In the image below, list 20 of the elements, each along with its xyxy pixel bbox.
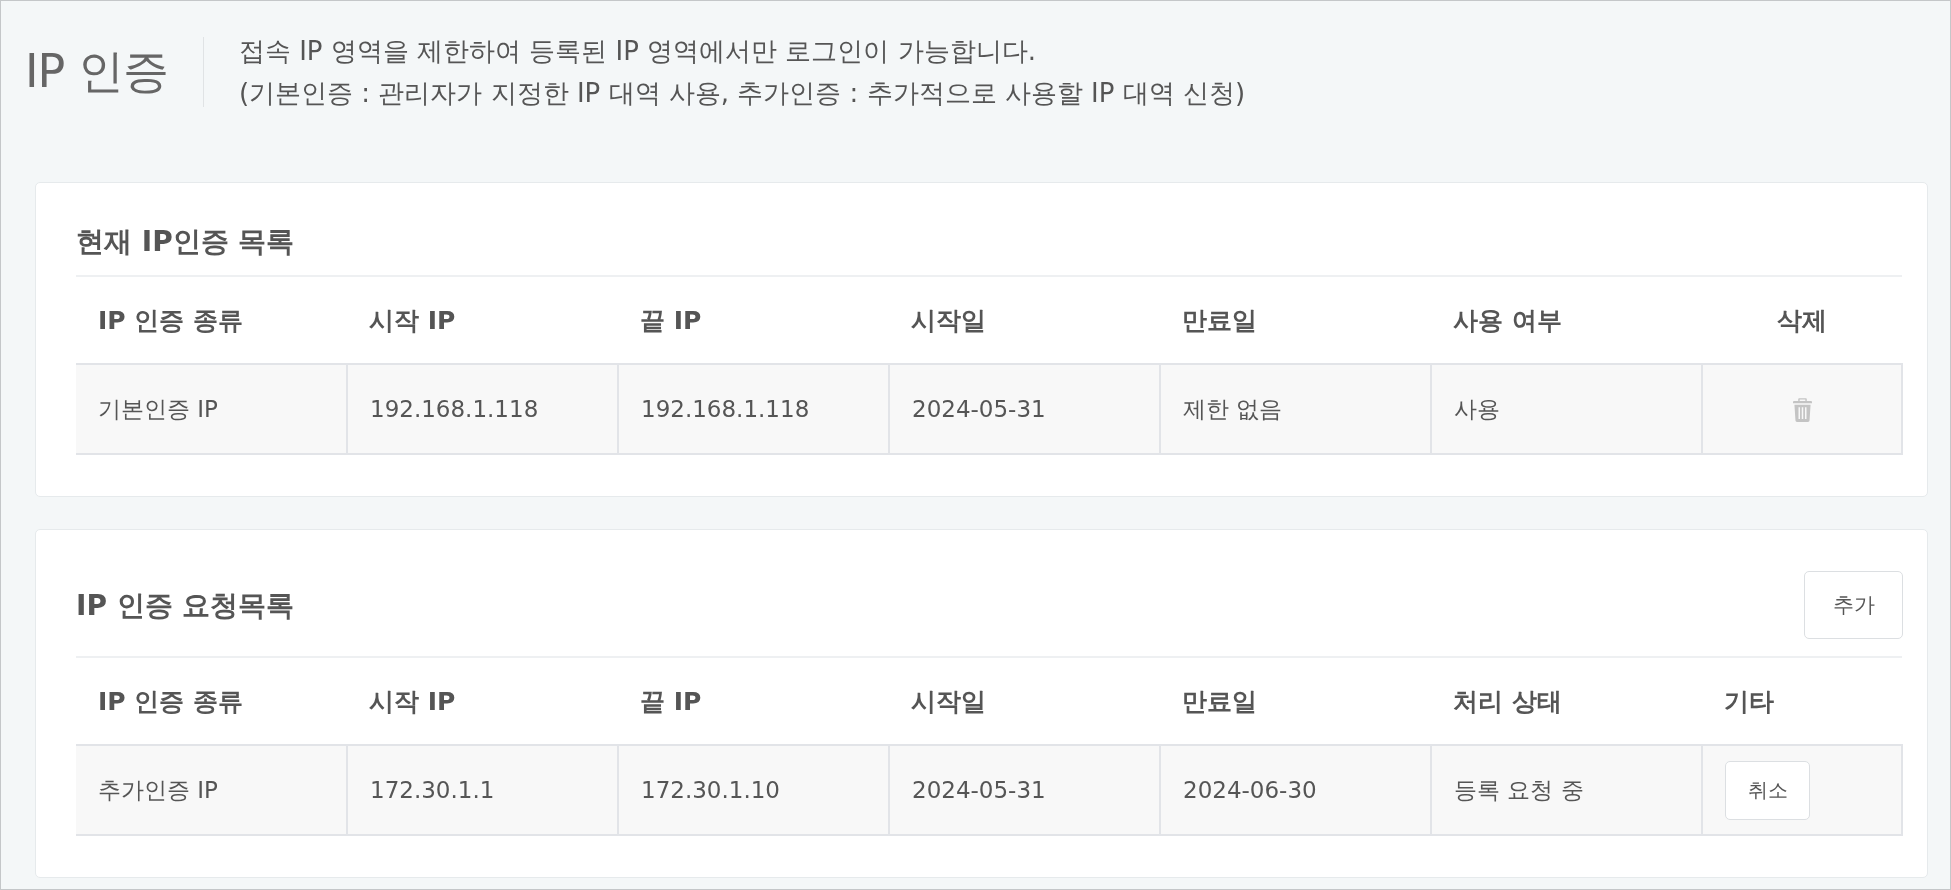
- table-cell: 기본인증 IP: [76, 364, 347, 454]
- table-cell: 등록 요청 중: [1431, 745, 1702, 835]
- add-button[interactable]: 추가: [1804, 571, 1903, 639]
- table-cell: 2024-05-31: [889, 745, 1160, 835]
- table-cell: 2024-06-30: [1160, 745, 1431, 835]
- description-text: 접속 IP 영역을 제한하여 등록된 IP 영역에서만 로그인이 가능합니다.: [238, 34, 1037, 68]
- table-cell: 추가인증 IP: [76, 745, 347, 835]
- table-cell: 제한 없음: [1160, 364, 1431, 454]
- table-cell: 172.30.1.1: [347, 745, 618, 835]
- section-title: 현재 IP인증 목록: [76, 224, 295, 260]
- page-title: IP 인증: [25, 42, 168, 100]
- table-cell: 사용: [1431, 364, 1702, 454]
- table-cell: 192.168.1.118: [618, 364, 889, 454]
- description-text: (기본인증 : 관리자가 지정한 IP 대역 사용, 추가인증 : 추가적으로 사용할 IP 대역 신청): [238, 76, 1246, 110]
- section-title: IP 인증 요청목록: [76, 588, 295, 624]
- table-cell: 2024-05-31: [889, 364, 1160, 454]
- cancel-button[interactable]: 취소: [1725, 760, 1810, 820]
- trash-icon[interactable]: [1792, 398, 1812, 423]
- table-cell: 192.168.1.118: [347, 364, 618, 454]
- table-cell: 172.30.1.10: [618, 745, 889, 835]
